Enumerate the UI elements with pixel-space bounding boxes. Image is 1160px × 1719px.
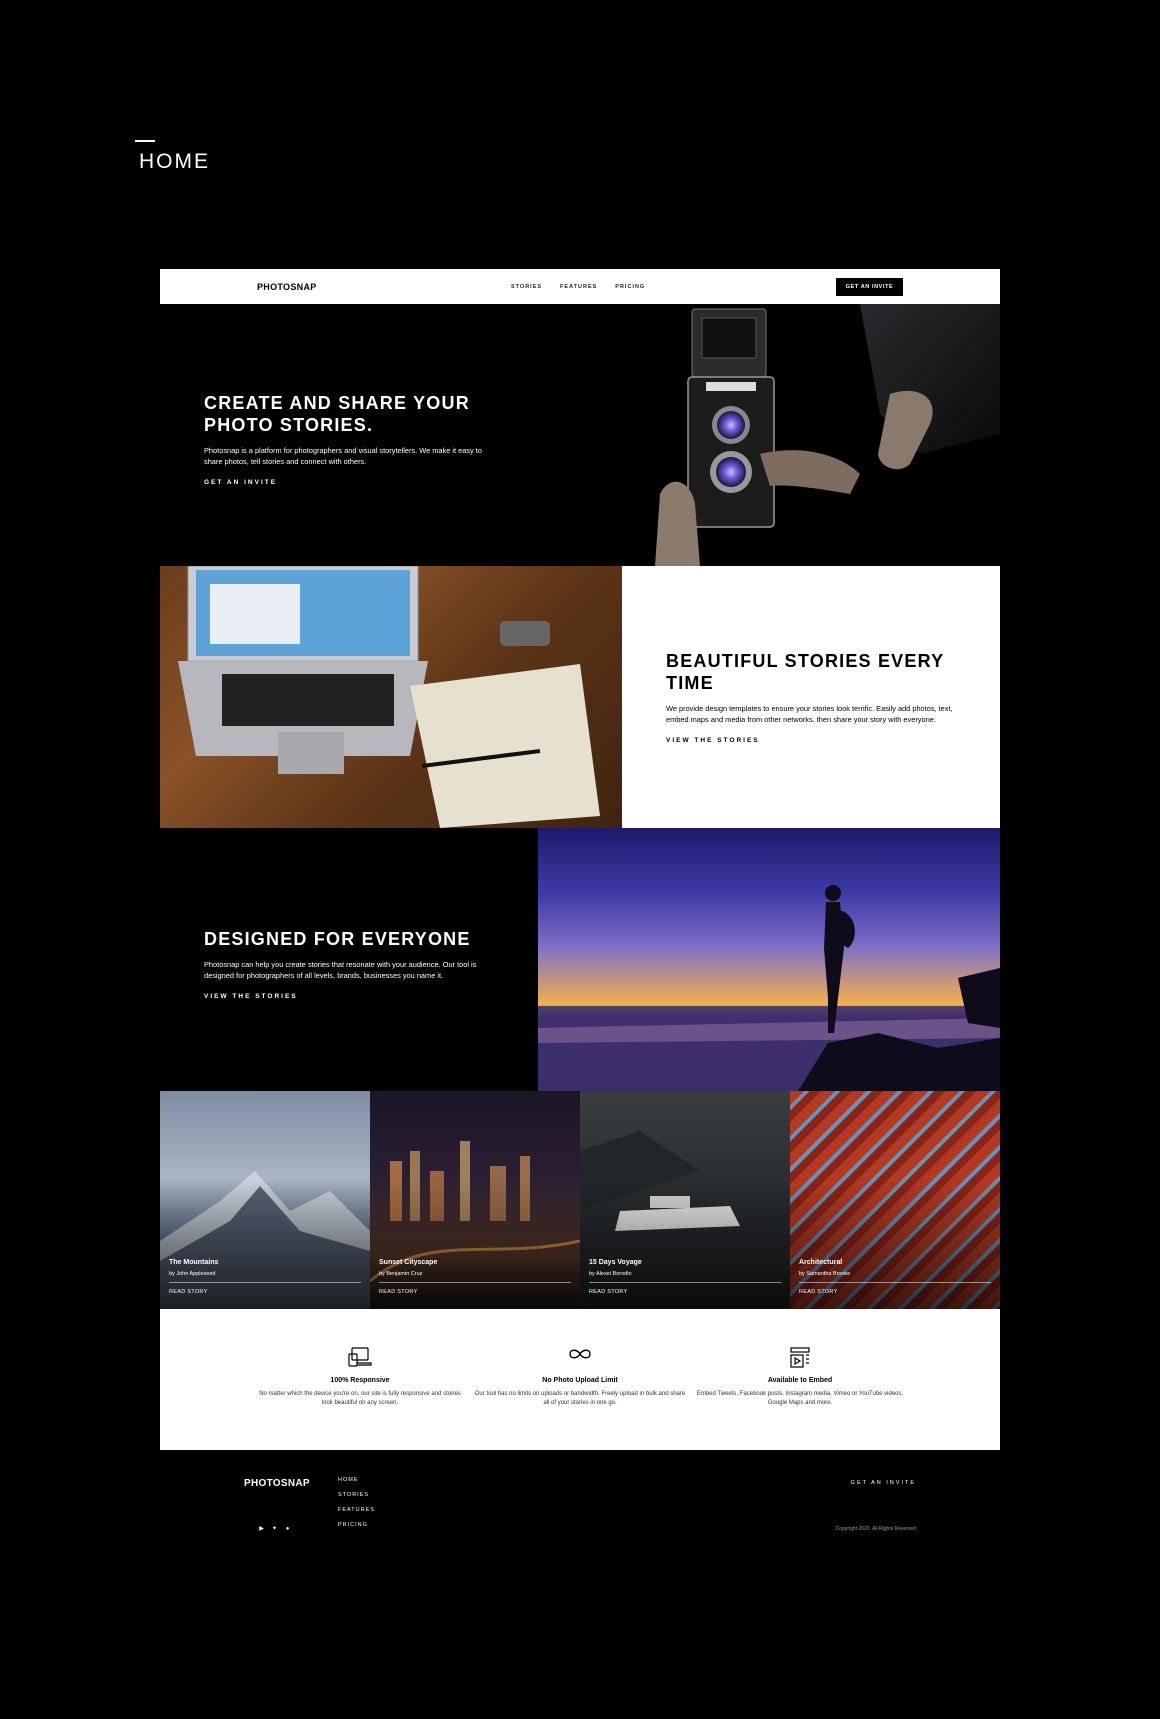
beautiful-stories-body: We provide design templates to ensure yo… xyxy=(666,704,953,724)
page-label: HOME xyxy=(135,140,210,174)
devices-icon xyxy=(250,1347,470,1371)
sunset-hiker-photo xyxy=(538,828,1000,1091)
story-title: 15 Days Voyage xyxy=(589,1259,642,1266)
story-author: by Samantha Brooke xyxy=(799,1271,851,1277)
story-title: The Mountains xyxy=(169,1259,219,1266)
nav-link-stories[interactable]: STORIES xyxy=(511,284,542,290)
designed-panel: DESIGNED FOR EVERYONE Photosnap can help… xyxy=(160,828,538,1091)
get-invite-button[interactable]: GET AN INVITE xyxy=(836,278,903,296)
footer-link-features[interactable]: FEATURES xyxy=(338,1507,375,1513)
story-divider xyxy=(169,1282,361,1283)
feature-item: No Photo Upload Limit Our tool has no li… xyxy=(470,1309,690,1450)
footer-invite-link[interactable]: GET AN INVITE xyxy=(851,1480,916,1486)
label-dash xyxy=(135,140,155,142)
story-card[interactable]: The Mountains by John Appleseed READ STO… xyxy=(160,1091,370,1309)
footer-nav: HOME STORIES FEATURES PRICING xyxy=(338,1477,375,1528)
feature-item: 100% Responsive No matter which the devi… xyxy=(250,1309,470,1450)
story-divider xyxy=(379,1282,571,1283)
feature-item: Available to Embed Embed Tweets, Faceboo… xyxy=(690,1309,910,1450)
designed-title: DESIGNED FOR EVERYONE xyxy=(204,929,471,949)
story-card[interactable]: Architectural by Samantha Brooke READ ST… xyxy=(790,1091,1000,1309)
read-story-link[interactable]: READ STORY xyxy=(799,1289,838,1295)
hero-title: CREATE AND SHARE YOUR PHOTO STORIES. xyxy=(204,393,470,435)
laptop-desk-photo xyxy=(160,566,622,828)
twitter-icon[interactable]: ✦ xyxy=(271,1525,278,1532)
feature-description: Embed Tweets, Facebook posts, Instagram … xyxy=(696,1391,904,1406)
social-links: ▶ ✦ ● xyxy=(258,1525,291,1533)
nav-link-pricing[interactable]: PRICING xyxy=(615,284,645,290)
feature-title: Available to Embed xyxy=(767,1377,833,1384)
page-label-text: HOME xyxy=(139,150,210,173)
beautiful-stories-copy: BEAUTIFUL STORIES EVERY TIME We provide … xyxy=(666,650,966,744)
footer-logo[interactable]: PHOTOSNAP xyxy=(244,1478,310,1489)
footer-link-pricing[interactable]: PRICING xyxy=(338,1522,375,1528)
hero-body: Photosnap is a platform for photographer… xyxy=(204,446,482,466)
beautiful-stories-panel: BEAUTIFUL STORIES EVERY TIME We provide … xyxy=(622,566,1000,828)
hero-invite-link[interactable]: GET AN INVITE xyxy=(204,479,494,486)
camera-photo xyxy=(560,304,1000,566)
stories-grid: The Mountains by John Appleseed READ STO… xyxy=(160,1091,1000,1309)
footer-link-home[interactable]: HOME xyxy=(338,1477,375,1483)
designed-copy: DESIGNED FOR EVERYONE Photosnap can help… xyxy=(204,928,504,1000)
beautiful-stories-section: BEAUTIFUL STORIES EVERY TIME We provide … xyxy=(160,566,1000,828)
designed-body: Photosnap can help you create stories th… xyxy=(204,960,477,980)
beautiful-stories-title: BEAUTIFUL STORIES EVERY TIME xyxy=(666,651,944,693)
view-stories-link[interactable]: VIEW THE STORIES xyxy=(666,737,966,744)
feature-title: 100% Responsive xyxy=(330,1377,390,1384)
designed-for-everyone-section: DESIGNED FOR EVERYONE Photosnap can help… xyxy=(160,828,1000,1091)
site-footer: PHOTOSNAP ▶ ✦ ● HOME STORIES FEATURES PR… xyxy=(160,1450,1000,1540)
story-title: Sunset Cityscape xyxy=(379,1259,438,1266)
story-divider xyxy=(589,1282,781,1283)
footer-link-stories[interactable]: STORIES xyxy=(338,1492,375,1498)
story-author: by Benjamin Cruz xyxy=(379,1271,423,1277)
hero-section: CREATE AND SHARE YOUR PHOTO STORIES. Pho… xyxy=(160,304,1000,566)
features-section: 100% Responsive No matter which the devi… xyxy=(160,1309,1000,1450)
nav-links: STORIES FEATURES PRICING xyxy=(511,284,645,290)
story-card[interactable]: 15 Days Voyage by Alexei Borodin READ ST… xyxy=(580,1091,790,1309)
read-story-link[interactable]: READ STORY xyxy=(379,1289,418,1295)
top-nav: PHOTOSNAP STORIES FEATURES PRICING GET A… xyxy=(160,269,1000,304)
read-story-link[interactable]: READ STORY xyxy=(589,1289,628,1295)
story-divider xyxy=(799,1282,991,1283)
story-author: by Alexei Borodin xyxy=(589,1271,632,1277)
feature-description: No matter which the device you're on, ou… xyxy=(259,1391,461,1406)
story-card[interactable]: Sunset Cityscape by Benjamin Cruz READ S… xyxy=(370,1091,580,1309)
infinity-icon xyxy=(470,1347,690,1371)
copyright-text: Copyright 2020. All Rights Reserved xyxy=(835,1526,916,1532)
pinterest-icon[interactable]: ● xyxy=(284,1525,291,1532)
story-title: Architectural xyxy=(799,1259,843,1266)
feature-description: Our tool has no limits on uploads or ban… xyxy=(474,1391,686,1406)
site-mockup: PHOTOSNAP STORIES FEATURES PRICING GET A… xyxy=(160,269,1000,1540)
embed-icon xyxy=(690,1347,910,1371)
read-story-link[interactable]: READ STORY xyxy=(169,1289,208,1295)
nav-logo[interactable]: PHOTOSNAP xyxy=(257,282,317,292)
hero-copy: CREATE AND SHARE YOUR PHOTO STORIES. Pho… xyxy=(204,392,494,486)
youtube-icon[interactable]: ▶ xyxy=(258,1525,265,1532)
feature-title: No Photo Upload Limit xyxy=(542,1377,618,1384)
nav-link-features[interactable]: FEATURES xyxy=(560,284,597,290)
designed-view-stories-link[interactable]: VIEW THE STORIES xyxy=(204,993,504,1000)
story-author: by John Appleseed xyxy=(169,1271,216,1277)
